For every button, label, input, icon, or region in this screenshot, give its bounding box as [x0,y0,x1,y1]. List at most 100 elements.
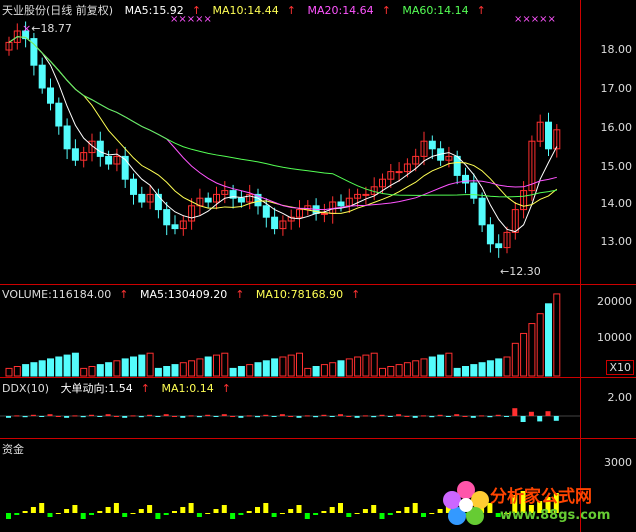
ddx-bar [246,415,252,417]
ma5-line [8,36,558,233]
fund-bar [396,511,402,513]
volume-bar [146,352,154,377]
ddx-bar [412,416,418,418]
fund-bar [188,503,194,513]
volume-bar [337,360,345,377]
ddx-bar [479,415,485,417]
ddx-bar [520,416,526,422]
ddx-bar [346,416,352,417]
candle-body [204,197,212,203]
fund-bar [130,513,136,514]
ddx-bar [321,414,327,416]
fund-bar [354,513,360,514]
ddx-bar [304,415,310,417]
ddx-bar [528,411,534,416]
fund-bar [97,511,103,513]
ddx-bar [97,416,103,417]
flower-logo-icon [443,481,489,525]
fund-bar [163,513,169,515]
ddx-bar [188,415,194,417]
fund-bar [172,511,177,513]
fund-bar [404,507,410,513]
candle-body [453,155,461,176]
candle-body [478,197,486,226]
volume-bar [445,352,453,377]
volume-bar [47,358,54,377]
volume-bar [495,358,503,377]
ddx-bar [80,416,86,418]
volume-bar [453,367,461,377]
volume-bar [88,366,96,377]
candle-body [470,182,478,199]
ddx-bar [113,416,119,417]
ddx-bar [155,416,161,417]
volume-bar [188,360,196,377]
fund-bar [205,513,211,514]
ddx-bar [213,416,219,417]
fund-bar [238,513,244,515]
volume-bar [320,364,328,377]
candle-body [63,125,71,150]
fund-bar [371,505,377,513]
ddx-bar [72,415,78,417]
volume-bar [196,358,204,377]
volume-bar [229,367,237,377]
volume-bar [13,366,21,377]
ddx-bar [163,414,169,416]
fund-bar [313,513,319,515]
volume-bar [163,366,171,377]
candle-body [237,197,245,203]
ddx-bar [180,416,186,418]
candle-body [154,193,162,211]
ddx-bar [504,416,509,417]
fund-bar [39,503,45,513]
x-markers-left: ××××× [170,14,212,25]
volume-bar [138,354,146,377]
volume-bar [486,360,494,377]
fund-bar [412,503,418,513]
ddx-bar [238,416,244,418]
volume-bar [462,366,469,377]
ddx-bar [122,416,128,418]
ddx-bar [105,414,111,416]
ddx-bar [495,414,501,416]
fund-bar [288,509,294,513]
ddx-bar [329,416,335,417]
fund-bar [421,513,426,517]
volume-bar [528,323,536,377]
ddx-bar [487,416,493,418]
volume-bar [30,362,38,377]
ddx-bar [279,414,285,416]
fund-bar [122,513,128,517]
volume-bar [204,356,212,377]
fund-bar [138,509,144,513]
ddx-bar [22,416,28,418]
volume-bar [478,362,486,377]
fund-bar [55,513,61,514]
fund-bar [263,503,269,513]
volume-bar [520,332,528,377]
volume-bar [154,367,162,377]
ddx-bar [271,416,277,417]
ddx-bar [404,416,410,417]
fund-bar [47,513,53,517]
volume-bar [312,366,320,377]
volume-bar [370,352,378,377]
watermark-name: 分析家公式网 [490,487,592,507]
volume-bar [105,362,113,377]
candle-body [138,193,146,203]
volume-bar [221,352,229,377]
ddx-bar [130,415,136,417]
volume-bar [271,358,279,377]
ddx-bar [6,416,11,418]
volume-bar [536,313,544,377]
volume-bar [379,367,386,377]
fund-bar [72,505,78,513]
low-annotation: ←12.30 [500,265,541,278]
volume-bar [55,356,63,377]
candle-body [486,224,494,245]
fund-bar [379,513,385,519]
candle-body [362,193,370,196]
volume-bar [179,362,187,377]
ddx-bar [196,416,202,418]
